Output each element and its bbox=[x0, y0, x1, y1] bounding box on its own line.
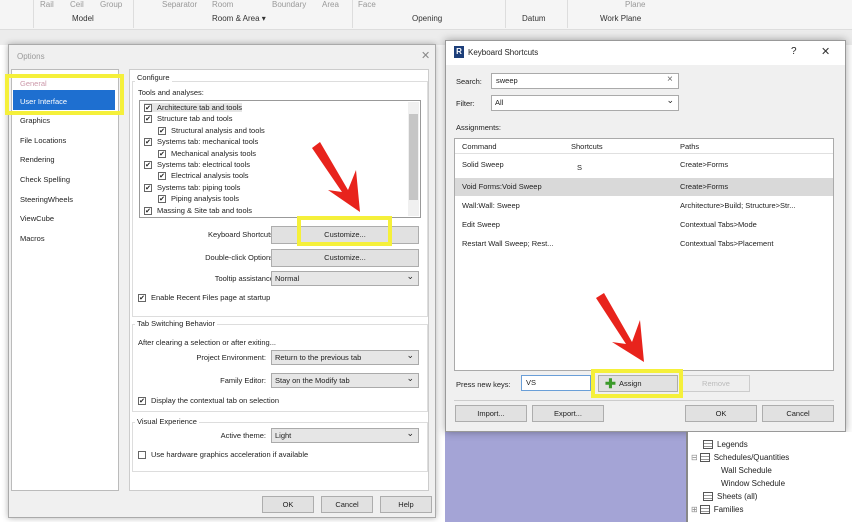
annotation-arrows bbox=[312, 142, 644, 362]
red-arrow-icon bbox=[596, 293, 644, 362]
red-arrow-icon bbox=[312, 142, 360, 212]
